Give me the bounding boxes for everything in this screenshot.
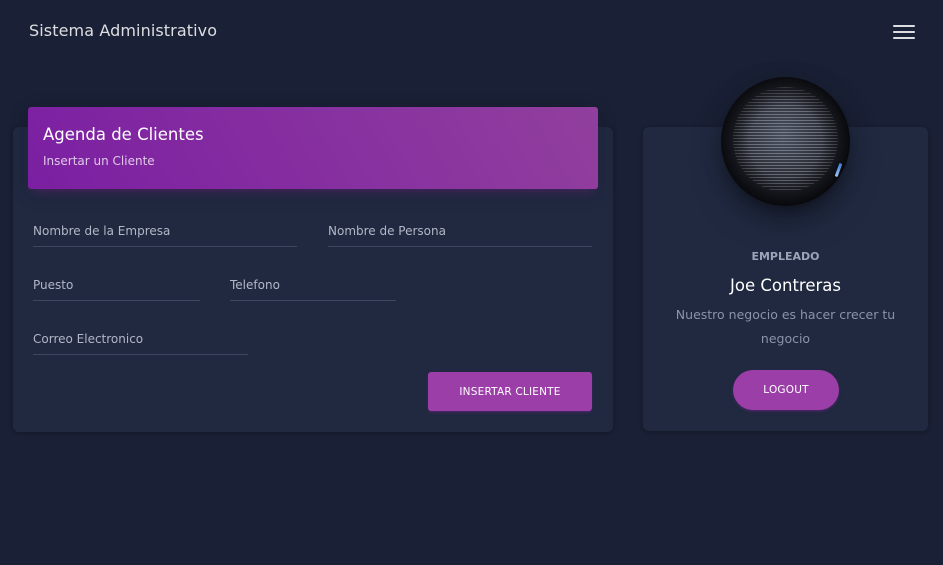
phone-label: Telefono	[230, 278, 280, 292]
profile-name: Joe Contreras	[730, 276, 841, 295]
email-label: Correo Electronico	[33, 332, 144, 346]
position-field[interactable]: Puesto	[33, 272, 200, 301]
form-subtitle: Insertar un Cliente	[43, 154, 155, 168]
logout-button[interactable]: LOGOUT	[733, 370, 839, 410]
profile-description: Nuestro negocio es hacer crecer tu negoc…	[675, 307, 896, 346]
company-name-label: Nombre de la Empresa	[33, 224, 171, 238]
insert-client-button[interactable]: INSERTAR CLIENTE	[428, 372, 592, 411]
profile-avatar	[721, 77, 850, 206]
navbar-brand[interactable]: Sistema Administrativo	[29, 21, 217, 40]
avatar-vignette	[721, 77, 850, 206]
email-field[interactable]: Correo Electronico	[33, 326, 248, 355]
person-name-field[interactable]: Nombre de Persona	[328, 218, 592, 247]
form-title: Agenda de Clientes	[43, 125, 204, 144]
position-label: Puesto	[33, 278, 74, 292]
hamburger-menu-icon[interactable]	[893, 25, 915, 39]
phone-field[interactable]: Telefono	[230, 272, 396, 301]
person-name-label: Nombre de Persona	[328, 224, 446, 238]
company-name-field[interactable]: Nombre de la Empresa	[33, 218, 297, 247]
profile-role: EMPLEADO	[751, 250, 820, 263]
form-card-header: Agenda de Clientes Insertar un Cliente	[28, 107, 598, 189]
